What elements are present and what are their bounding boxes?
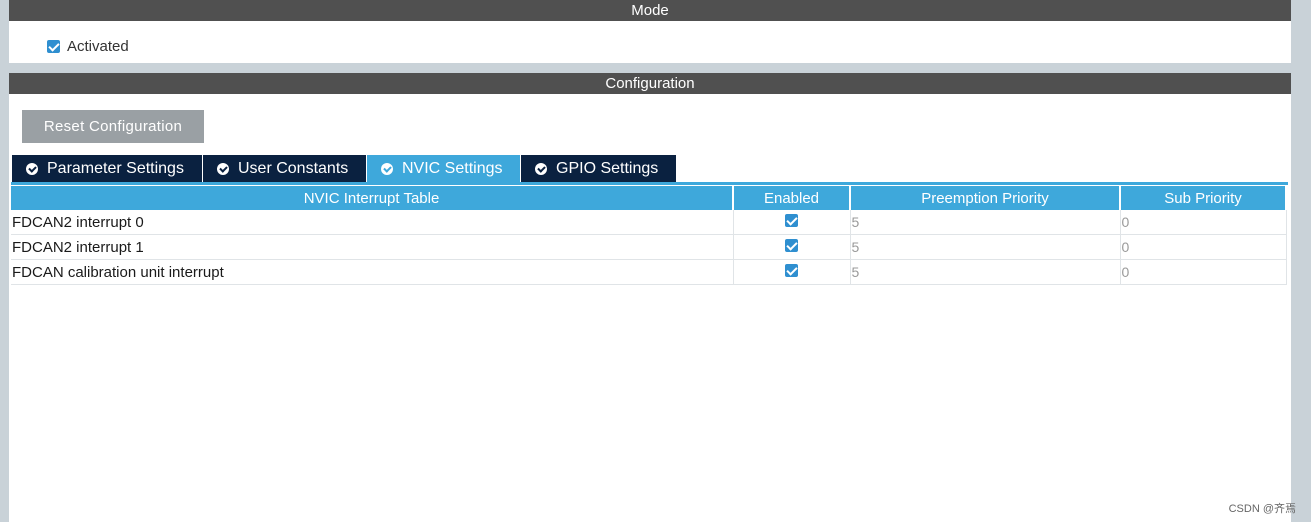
activated-checkbox[interactable] xyxy=(47,40,60,53)
tab-label: User Constants xyxy=(238,159,349,177)
activated-label: Activated xyxy=(67,38,129,55)
column-header-interrupt[interactable]: NVIC Interrupt Table xyxy=(11,186,734,210)
preemption-priority-value[interactable]: 5 xyxy=(850,210,1121,235)
sub-priority-value[interactable]: 0 xyxy=(1120,234,1287,260)
column-header-enabled[interactable]: Enabled xyxy=(733,186,851,210)
mode-header: Mode xyxy=(9,0,1291,21)
tab-label: GPIO Settings xyxy=(556,159,659,177)
configuration-panel: Configuration Reset Configuration Parame… xyxy=(9,73,1291,522)
preemption-priority-value[interactable]: 5 xyxy=(850,259,1121,285)
tab-label: NVIC Settings xyxy=(402,159,503,177)
table-row[interactable]: FDCAN2 interrupt 1 5 0 xyxy=(11,234,1287,260)
check-circle-icon xyxy=(535,162,547,175)
check-circle-icon xyxy=(381,162,393,175)
reset-configuration-button[interactable]: Reset Configuration xyxy=(22,110,204,143)
enabled-cell xyxy=(733,259,851,285)
interrupt-name: FDCAN2 interrupt 0 xyxy=(11,210,734,235)
tab-nvic-settings[interactable]: NVIC Settings xyxy=(367,155,520,182)
enabled-cell xyxy=(733,210,851,235)
enabled-checkbox[interactable] xyxy=(785,263,798,277)
interrupt-name: FDCAN2 interrupt 1 xyxy=(11,234,734,260)
check-circle-icon xyxy=(217,162,229,175)
tab-gpio-settings[interactable]: GPIO Settings xyxy=(521,155,676,182)
table-row[interactable]: FDCAN2 interrupt 0 5 0 xyxy=(11,210,1287,235)
table-header-row: NVIC Interrupt Table Enabled Preemption … xyxy=(11,186,1287,210)
table-row[interactable]: FDCAN calibration unit interrupt 5 0 xyxy=(11,259,1287,285)
enabled-checkbox[interactable] xyxy=(785,238,798,252)
watermark: CSDN @齐焉 xyxy=(1228,503,1296,515)
column-header-sub-priority[interactable]: Sub Priority xyxy=(1120,186,1287,210)
settings-tabs: Parameter Settings User Constants NVIC S… xyxy=(12,155,677,182)
nvic-interrupt-table: NVIC Interrupt Table Enabled Preemption … xyxy=(11,186,1287,285)
preemption-priority-value[interactable]: 5 xyxy=(850,234,1121,260)
enabled-cell xyxy=(733,234,851,260)
tab-parameter-settings[interactable]: Parameter Settings xyxy=(12,155,202,182)
check-circle-icon xyxy=(26,162,38,175)
interrupt-name: FDCAN calibration unit interrupt xyxy=(11,259,734,285)
tab-label: Parameter Settings xyxy=(47,159,184,177)
configuration-header: Configuration xyxy=(9,73,1291,94)
sub-priority-value[interactable]: 0 xyxy=(1120,259,1287,285)
mode-panel: Mode Activated xyxy=(9,0,1291,63)
column-header-preemption-priority[interactable]: Preemption Priority xyxy=(850,186,1121,210)
sub-priority-value[interactable]: 0 xyxy=(1120,210,1287,235)
tab-user-constants[interactable]: User Constants xyxy=(203,155,366,182)
tab-underline xyxy=(11,182,1288,185)
activated-row[interactable]: Activated xyxy=(47,38,129,55)
enabled-checkbox[interactable] xyxy=(785,213,798,227)
